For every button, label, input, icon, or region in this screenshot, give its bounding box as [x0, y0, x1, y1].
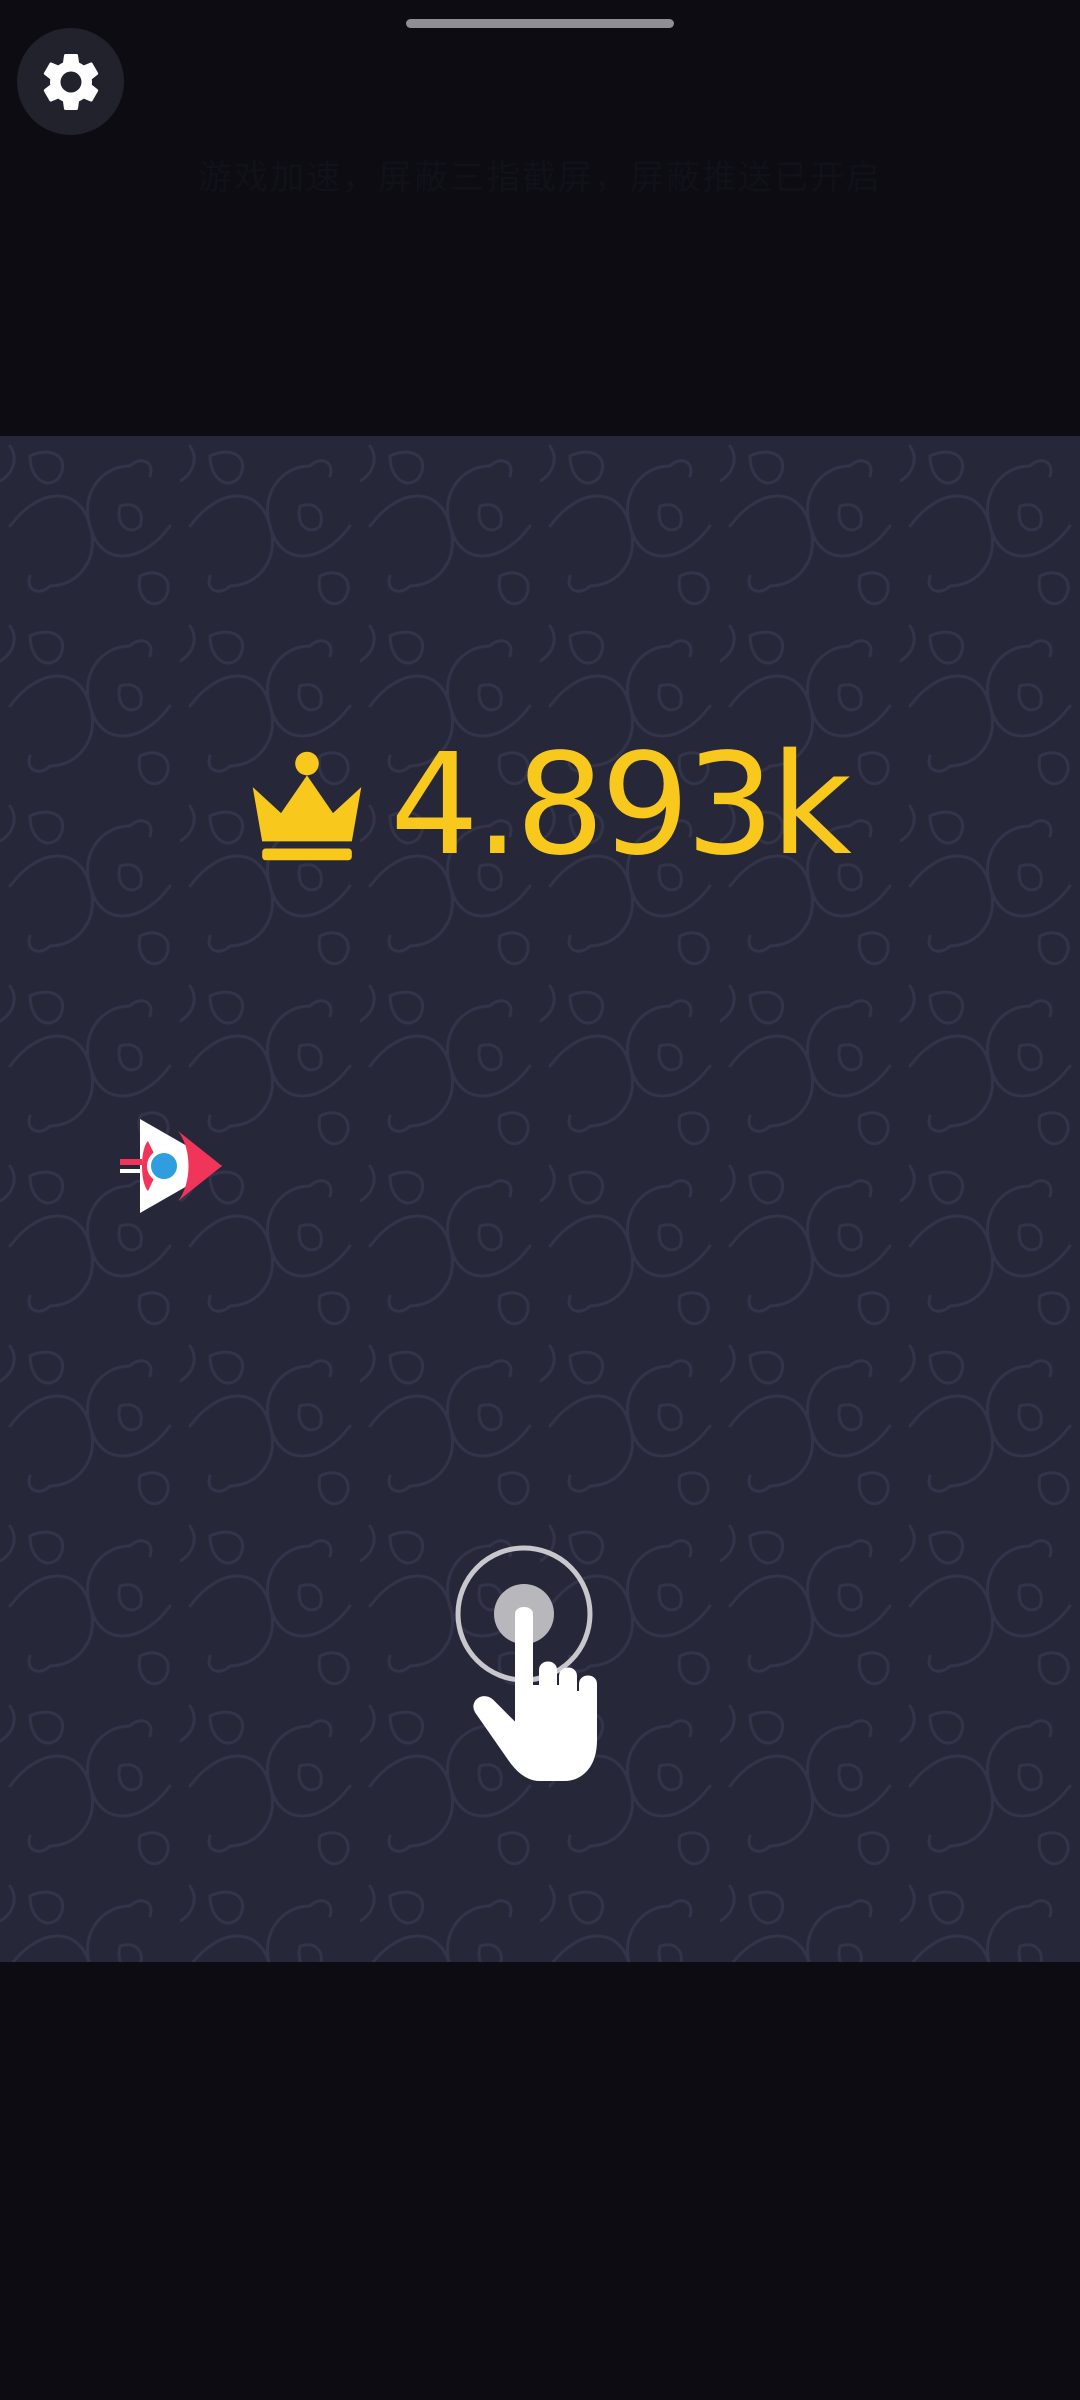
game-area[interactable]: 4.893k [0, 436, 1080, 1962]
gesture-bar[interactable] [406, 19, 674, 28]
screen: 游戏加速，屏蔽三指截屏，屏蔽推送已开启 4.893k [0, 0, 1080, 2400]
tap-hand-icon [455, 1545, 597, 1781]
crown-icon [252, 751, 362, 861]
score-value: 4.893k [390, 724, 852, 887]
score-display: 4.893k [248, 724, 852, 887]
rocket-ship-icon [120, 1119, 222, 1213]
settings-button[interactable] [17, 28, 124, 135]
notice-text: 游戏加速，屏蔽三指截屏，屏蔽推送已开启 [198, 158, 882, 198]
gear-icon [43, 53, 98, 110]
